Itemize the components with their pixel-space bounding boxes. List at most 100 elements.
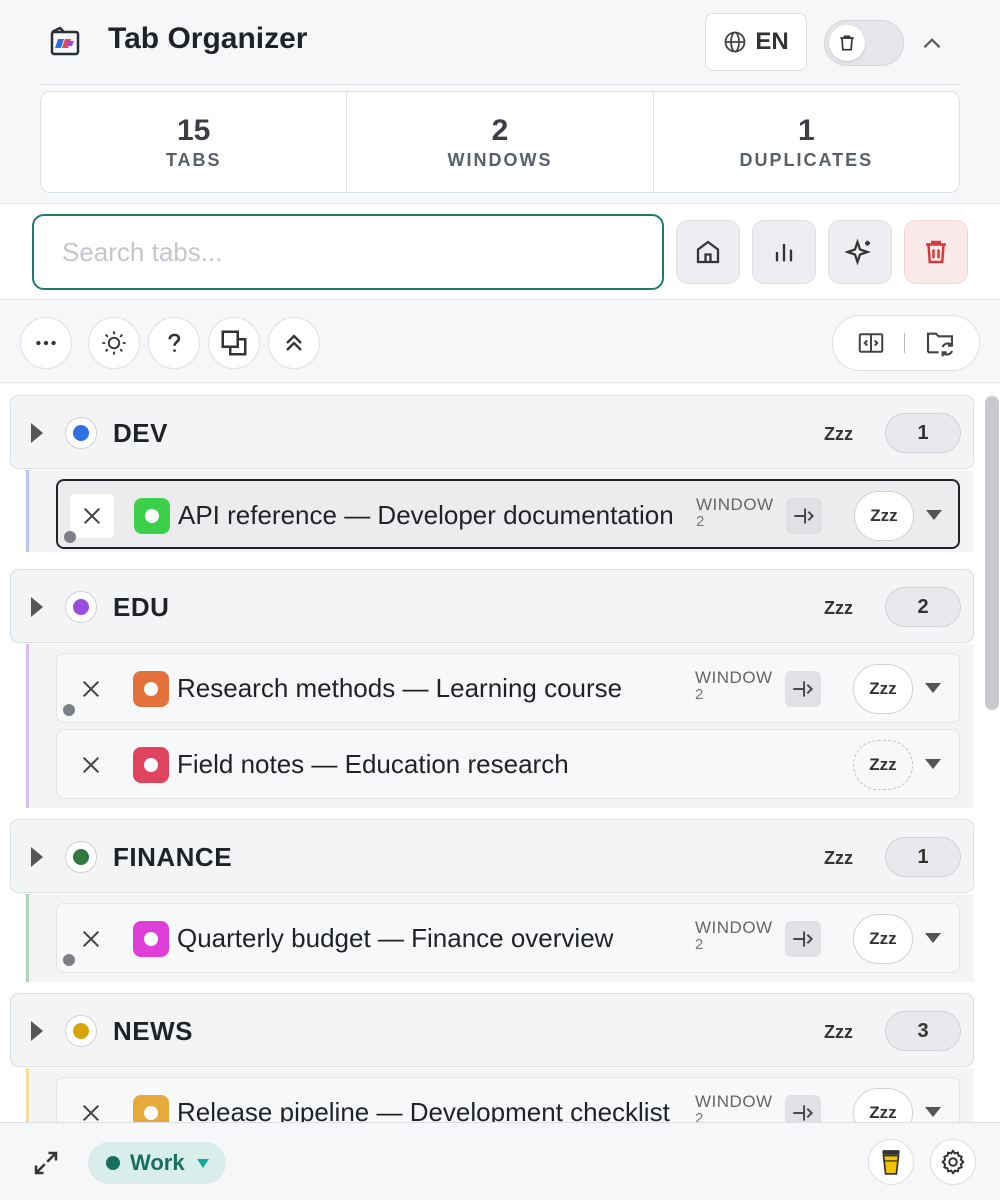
more-icon — [36, 340, 56, 346]
folder-sync-icon[interactable] — [924, 327, 956, 359]
tab-row[interactable]: Release pipeline — Development checklist… — [56, 1077, 960, 1122]
expand-caret-icon[interactable] — [31, 597, 43, 617]
group-color-swatch[interactable] — [65, 591, 97, 623]
settings-button[interactable] — [930, 1139, 976, 1185]
theme-button[interactable] — [88, 317, 140, 369]
move-to-window-icon — [793, 931, 814, 947]
search-input[interactable] — [32, 214, 664, 290]
close-tab-button[interactable] — [69, 743, 113, 787]
close-tab-button[interactable] — [70, 494, 114, 538]
collapse-all-icon — [286, 334, 302, 351]
sun-icon — [102, 331, 126, 355]
stats-button[interactable] — [752, 220, 816, 284]
group-name: DEV — [113, 418, 168, 448]
tab-title[interactable]: Field notes — Education research — [177, 749, 569, 780]
close-tab-button[interactable] — [69, 667, 113, 711]
expand-caret-icon[interactable] — [31, 847, 43, 867]
tab-menu-caret-icon[interactable] — [925, 933, 941, 943]
split-view-icon[interactable] — [856, 328, 886, 358]
tab-group-list: DEV Zzz 1 API reference — Developer docu… — [0, 384, 1000, 1122]
tab-row[interactable]: Quarterly budget — Finance overview WIND… — [56, 903, 960, 973]
window-badge: WINDOW 2 — [696, 496, 774, 530]
scrollbar[interactable] — [985, 396, 999, 710]
window-badge: WINDOW 2 — [695, 669, 773, 703]
close-tab-button[interactable] — [69, 917, 113, 961]
more-button[interactable] — [20, 317, 72, 369]
tab-menu-caret-icon[interactable] — [925, 1107, 941, 1117]
group-header-dev[interactable]: DEV Zzz 1 — [10, 395, 974, 469]
close-icon — [82, 756, 100, 774]
snooze-button[interactable]: Zzz — [854, 491, 914, 541]
group-snooze-button[interactable]: Zzz — [824, 424, 853, 445]
chevron-down-icon — [196, 1158, 209, 1168]
move-tab-button[interactable] — [785, 1095, 821, 1122]
group-header-finance[interactable]: FINANCE Zzz 1 — [10, 819, 974, 893]
window-label: WINDOW — [695, 1092, 773, 1111]
tab-menu-caret-icon[interactable] — [926, 510, 942, 520]
profile-selector[interactable]: Work — [88, 1142, 226, 1184]
group-color-swatch[interactable] — [65, 417, 97, 449]
window-label: WINDOW — [696, 495, 774, 514]
home-button[interactable] — [676, 220, 740, 284]
expand-caret-icon[interactable] — [31, 1021, 43, 1041]
group-tab-count: 1 — [885, 413, 961, 453]
window-badge: WINDOW 2 — [695, 919, 773, 953]
favicon-icon — [133, 747, 169, 783]
snooze-button[interactable]: Zzz — [853, 664, 913, 714]
tab-menu-caret-icon[interactable] — [925, 759, 941, 769]
group-snooze-button[interactable]: Zzz — [824, 848, 853, 869]
move-to-window-icon — [794, 508, 815, 524]
group-header-edu[interactable]: EDU Zzz 2 — [10, 569, 974, 643]
trash-toggle[interactable] — [824, 20, 904, 66]
sparkles-icon — [845, 238, 872, 266]
toolbar — [0, 301, 1000, 383]
group-dot — [73, 599, 89, 615]
bar-chart-icon — [775, 243, 793, 262]
move-tab-button[interactable] — [786, 498, 822, 534]
favicon-inner — [145, 509, 159, 523]
chevron-up-icon — [923, 38, 941, 49]
group-snooze-button[interactable]: Zzz — [824, 598, 853, 619]
group-tab-count: 3 — [885, 1011, 961, 1051]
expand-caret-icon[interactable] — [31, 423, 43, 443]
tab-title[interactable]: Research methods — Learning course — [177, 673, 622, 704]
tab-title[interactable]: API reference — Developer documentation — [178, 500, 674, 531]
help-button[interactable] — [148, 317, 200, 369]
move-tab-button[interactable] — [785, 921, 821, 957]
profile-dot — [106, 1156, 120, 1170]
snooze-button[interactable]: Zzz — [853, 914, 913, 964]
close-icon — [82, 1104, 100, 1122]
snooze-button[interactable]: Zzz — [853, 1088, 913, 1122]
snooze-button[interactable]: Zzz — [853, 740, 913, 790]
duplicates-button[interactable] — [208, 317, 260, 369]
tab-row[interactable]: Field notes — Education research Zzz — [56, 729, 960, 799]
stat-label: TABS — [165, 149, 222, 170]
window-number: 2 — [695, 1110, 704, 1122]
support-button[interactable] — [868, 1139, 914, 1185]
tab-row[interactable]: Research methods — Learning course WINDO… — [56, 653, 960, 723]
view-controls — [832, 315, 980, 371]
group-color-swatch[interactable] — [65, 1015, 97, 1047]
collapse-all-button[interactable] — [268, 317, 320, 369]
tab-menu-caret-icon[interactable] — [925, 683, 941, 693]
group-header-news[interactable]: NEWS Zzz 3 — [10, 993, 974, 1067]
language-button[interactable]: EN — [705, 13, 807, 71]
tab-status-dot — [64, 531, 76, 543]
expand-button[interactable] — [28, 1145, 64, 1181]
stat-value: 1 — [797, 113, 815, 147]
divider — [904, 333, 906, 353]
window-label: WINDOW — [695, 918, 773, 937]
tab-title[interactable]: Quarterly budget — Finance overview — [177, 923, 613, 954]
app-title: Tab Organizer — [108, 22, 308, 55]
close-tab-button[interactable] — [69, 1091, 113, 1122]
delete-button[interactable] — [904, 220, 968, 284]
tab-title[interactable]: Release pipeline — Development checklist — [177, 1097, 670, 1122]
move-to-window-icon — [793, 681, 814, 697]
stat-label: WINDOWS — [447, 149, 553, 170]
ai-organize-button[interactable] — [828, 220, 892, 284]
tab-row[interactable]: API reference — Developer documentation … — [56, 479, 960, 549]
move-tab-button[interactable] — [785, 671, 821, 707]
collapse-header-button[interactable] — [912, 24, 952, 64]
group-snooze-button[interactable]: Zzz — [824, 1022, 853, 1043]
group-color-swatch[interactable] — [65, 841, 97, 873]
